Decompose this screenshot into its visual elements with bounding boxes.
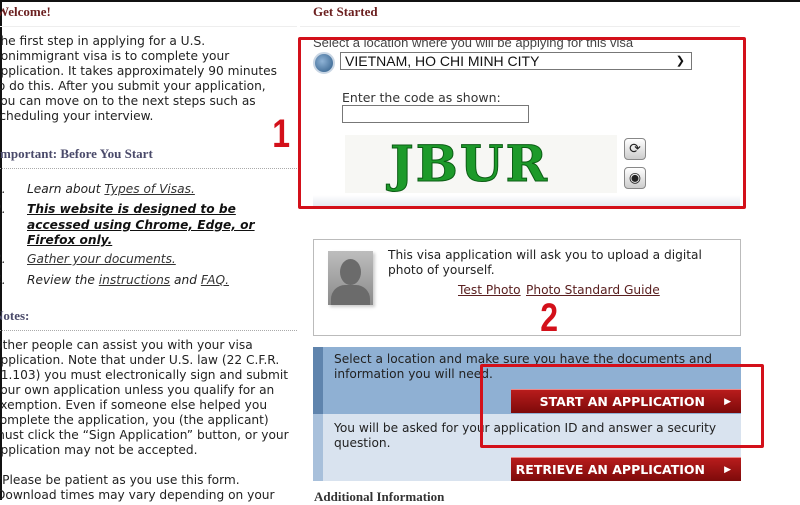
- gather-documents-link[interactable]: Gather your documents.: [27, 252, 176, 266]
- retrieve-application-button[interactable]: RETRIEVE AN APPLICATION ▶: [511, 457, 741, 481]
- annotation-2: 2: [540, 296, 559, 340]
- get-started-heading: Get Started: [313, 4, 378, 19]
- arrow-right-icon: ▶: [724, 465, 731, 475]
- notes-text: Other people can assist you with your vi…: [0, 338, 289, 457]
- divider: [0, 168, 297, 169]
- avatar-placeholder-icon: [328, 251, 373, 305]
- step-4: 4. Review the instructions and FAQ.: [0, 273, 229, 287]
- divider: [300, 26, 740, 27]
- step-1: 1. Learn about Types of Visas.: [0, 182, 195, 196]
- divider: [0, 330, 297, 331]
- faq-link[interactable]: FAQ.: [201, 273, 229, 287]
- test-photo-link[interactable]: Test Photo: [458, 283, 521, 297]
- highlight-box-1: [298, 37, 746, 209]
- divider: [0, 26, 297, 27]
- photo-text: This visa application will ask you to up…: [388, 248, 702, 277]
- welcome-heading: Welcome!: [0, 4, 51, 19]
- annotation-1: 1: [272, 112, 291, 156]
- additional-info-heading: Additional Information: [314, 489, 445, 504]
- patience-text: *Please be patient as you use this form.…: [0, 473, 275, 502]
- photo-guide-link[interactable]: Photo Standard Guide: [526, 283, 660, 297]
- browser-notice: This website is designed to be accessed …: [27, 202, 255, 247]
- intro-text: The first step in applying for a U.S. no…: [0, 34, 277, 123]
- top-border: [0, 0, 800, 2]
- types-of-visas-link[interactable]: Types of Visas.: [104, 182, 194, 196]
- step-3: 3. Gather your documents.: [0, 252, 176, 266]
- important-heading: Important: Before You Start: [0, 146, 153, 161]
- instructions-link[interactable]: instructions: [99, 273, 170, 287]
- highlight-box-2: [480, 364, 764, 448]
- notes-heading: Notes:: [0, 308, 30, 323]
- step-2: 2. This website is designed to be access…: [0, 202, 284, 250]
